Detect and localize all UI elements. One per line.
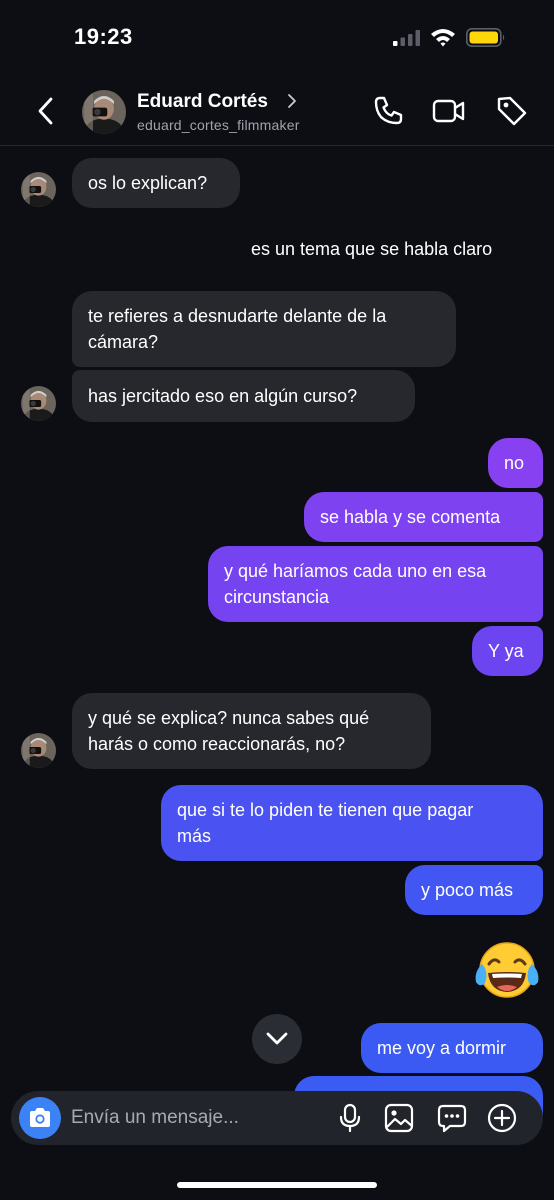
message-bubble-incoming[interactable]: te refieres a desnudarte delante de la c…: [72, 291, 456, 367]
message-text: y poco más: [421, 880, 514, 900]
phone-icon[interactable]: [371, 94, 405, 128]
message-composer: [11, 1091, 543, 1145]
contact-name[interactable]: Eduard Cortés: [137, 91, 268, 113]
chevron-right-icon[interactable]: [286, 93, 298, 109]
gallery-icon[interactable]: [384, 1103, 414, 1133]
message-bubble-outgoing[interactable]: es un tema que se habla claro: [235, 224, 543, 274]
status-time: 19:23: [74, 24, 133, 49]
scroll-to-bottom-button[interactable]: [252, 1014, 302, 1064]
chevron-down-icon: [266, 1032, 288, 1045]
status-bar: 19:23: [0, 0, 554, 80]
message-text: Y ya: [488, 641, 524, 661]
chat-header: Eduard Cortés eduard_cortes_filmmaker: [0, 80, 554, 146]
message-text: no: [504, 453, 525, 473]
message-text-line: te refieres a desnudarte delante de la: [88, 306, 387, 326]
message-text-line: circunstancia: [224, 587, 330, 607]
plus-circle-icon[interactable]: [487, 1103, 517, 1133]
message-text-line: más: [177, 826, 212, 846]
message-text-line: y qué se explica? nunca sabes qué: [88, 708, 370, 728]
message-bubble-outgoing[interactable]: se habla y se comenta: [304, 492, 543, 542]
message-input[interactable]: [71, 1105, 321, 1131]
message-bubble-outgoing[interactable]: y poco más: [405, 865, 543, 915]
message-text-line: cámara?: [88, 332, 159, 352]
back-arrow-icon[interactable]: [32, 94, 60, 128]
message-text: os lo explican?: [88, 173, 208, 193]
video-camera-icon[interactable]: [432, 94, 466, 128]
tag-icon[interactable]: [495, 94, 529, 128]
message-text-line: harás o como reaccionarás, no?: [88, 734, 346, 754]
wifi-icon: [431, 29, 455, 47]
message-text: se habla y se comenta: [320, 507, 501, 527]
message-text-line: y qué haríamos cada uno en esa: [224, 561, 487, 581]
message-text: me voy a dormir: [377, 1038, 507, 1058]
message-bubble-incoming[interactable]: has jercitado eso en algún curso?: [72, 370, 415, 422]
message-text: es un tema que se habla claro: [251, 239, 493, 259]
message-bubble-outgoing[interactable]: me voy a dormir: [361, 1023, 543, 1073]
message-bubble-outgoing[interactable]: que si te lo piden te tienen que pagar m…: [161, 785, 543, 861]
contact-avatar[interactable]: [82, 90, 126, 134]
home-indicator[interactable]: [177, 1182, 377, 1188]
camera-button[interactable]: [19, 1097, 61, 1139]
message-bubble-outgoing[interactable]: no: [488, 438, 543, 488]
message-text-line: que si te lo piden te tienen que pagar: [177, 800, 474, 820]
face-with-tears-of-joy-emoji[interactable]: [472, 938, 542, 1004]
message-bubble-incoming[interactable]: y qué se explica? nunca sabes qué harás …: [72, 693, 431, 769]
cellular-signal-icon: [393, 30, 420, 46]
sticker-chat-icon[interactable]: [437, 1103, 467, 1133]
sender-avatar: [21, 172, 56, 207]
contact-username: eduard_cortes_filmmaker: [137, 117, 300, 133]
sender-avatar: [21, 733, 56, 768]
message-text: has jercitado eso en algún curso?: [88, 386, 358, 406]
battery-low-icon: [466, 28, 505, 47]
microphone-icon[interactable]: [335, 1103, 365, 1133]
message-bubble-outgoing[interactable]: y qué haríamos cada uno en esa circunsta…: [208, 546, 543, 622]
message-bubble-incoming[interactable]: os lo explican?: [72, 158, 240, 208]
camera-icon: [30, 1108, 50, 1127]
sender-avatar: [21, 386, 56, 421]
message-bubble-outgoing[interactable]: Y ya: [472, 626, 543, 676]
